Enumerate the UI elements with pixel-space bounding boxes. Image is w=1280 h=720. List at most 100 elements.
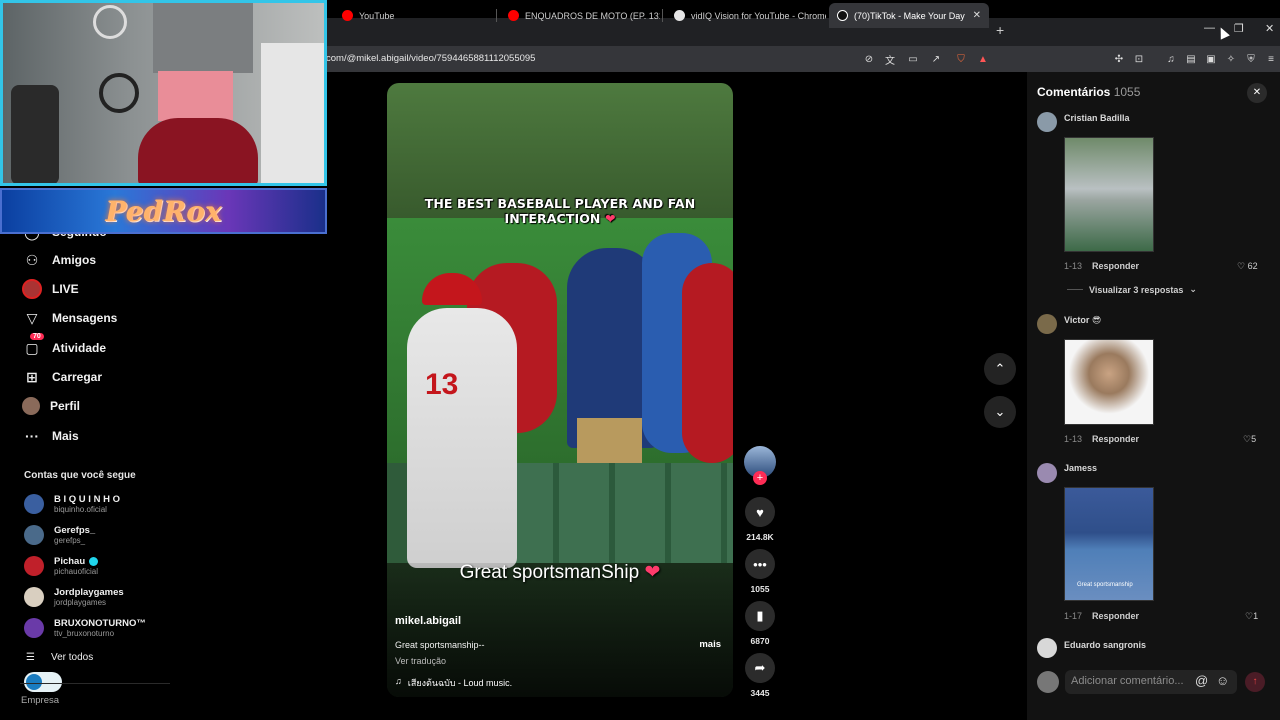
comments-title-text: Comentários (1037, 85, 1111, 99)
rewards-icon[interactable]: ▲ (976, 52, 990, 66)
vpn-icon[interactable]: ⛨ (1244, 52, 1258, 66)
comment-like[interactable]: ♡1 (1245, 611, 1258, 622)
comment-user[interactable]: Victor 😎 (1064, 315, 1101, 326)
webcam-fan (93, 5, 127, 39)
comment-action[interactable]: ••• 1055 (744, 549, 776, 594)
view-replies-button[interactable]: Visualizar 3 respostas ⌄ (1067, 284, 1197, 295)
comment-user[interactable]: Eduardo sangronis (1064, 640, 1146, 650)
follow-plus-icon[interactable]: + (753, 471, 767, 485)
url-text[interactable]: com/@mikel.abigail/video/759446588111205… (326, 53, 535, 64)
tab-separator (662, 9, 663, 22)
share-action[interactable]: ➦ 3445 (744, 653, 776, 698)
reply-button[interactable]: Responder (1092, 611, 1139, 621)
restore-icon[interactable]: ❐ (1234, 22, 1244, 35)
account-gerefps[interactable]: Gerefps_ gerefps_ (24, 525, 95, 545)
save-count: 6870 (750, 636, 770, 646)
next-video-button[interactable]: ⌄ (984, 396, 1016, 428)
avatar[interactable] (1037, 112, 1057, 132)
like-icon[interactable]: ♥ (745, 497, 775, 527)
screenshot-icon[interactable]: ⊡ (1132, 52, 1146, 66)
new-tab-button[interactable]: + (996, 22, 1004, 38)
video-player[interactable]: 13 THE BEST BASEBALL PLAYER AND FAN INTE… (387, 83, 733, 697)
comment-like[interactable]: ♡5 (1243, 434, 1256, 445)
comment-like[interactable]: ♡ 62 (1237, 261, 1258, 272)
save-action[interactable]: ▮ 6870 (744, 601, 776, 646)
share-arrow-icon[interactable]: ➦ (745, 653, 775, 683)
account-id: jordplaygames (54, 598, 107, 607)
sidebar-item-label: Amigos (52, 253, 97, 267)
sidebar-item-label: Carregar (52, 370, 103, 384)
comment-user[interactable]: Cristian Badilla (1064, 113, 1130, 123)
media-icon[interactable]: ♫ (1164, 52, 1178, 66)
music-link[interactable]: ♫ เสียงต้นฉบับ - Loud music. (395, 676, 512, 690)
previous-video-button[interactable]: ⌃ (984, 353, 1016, 385)
account-biquinho[interactable]: B I Q U I N H Obiquinho.oficial (24, 494, 120, 514)
empresa-toggle[interactable] (24, 672, 62, 692)
account-name: Gerefps_ (54, 525, 96, 536)
comment-date: 1-13 (1064, 434, 1083, 444)
comment-gif[interactable] (1064, 339, 1154, 425)
share-icon[interactable]: ↗ (929, 52, 943, 66)
reply-button[interactable]: Responder (1092, 261, 1139, 271)
mention-icon[interactable]: @ (1195, 673, 1208, 688)
activity-badge: 70 (30, 333, 44, 340)
sidebar-toggle-icon[interactable]: ▤ (1184, 52, 1198, 66)
comments-count: 1055 (1113, 85, 1141, 99)
tab-youtube[interactable]: YouTube (334, 3, 494, 28)
more-button[interactable]: mais (699, 639, 721, 650)
account-pichau[interactable]: Pichau pichauoficial (24, 556, 99, 576)
tab-title: (70)TikTok - Make Your Day (854, 10, 965, 21)
see-all-button[interactable]: ☰ Ver todos (26, 652, 93, 663)
video-description: Great sportsmanship-- (395, 640, 485, 650)
avatar (24, 525, 44, 545)
tab-close-icon[interactable]: ✕ (973, 10, 981, 21)
like-action[interactable]: ♥ 214.8K (744, 497, 776, 542)
sidebar-item-mensagens[interactable]: ▽ Mensagens (22, 308, 118, 328)
close-comments-button[interactable]: ✕ (1247, 83, 1267, 103)
chevron-down-icon: ⌄ (1189, 284, 1197, 294)
video-author[interactable]: mikel.abigail (395, 615, 461, 627)
minimize-icon[interactable]: — (1204, 22, 1215, 34)
comment-user[interactable]: Jamess (1064, 463, 1097, 473)
sidebar-item-live[interactable]: LIVE (22, 279, 79, 299)
reply-button[interactable]: Responder (1092, 434, 1139, 444)
tab-enquadros[interactable]: ENQUADROS DE MOTO (EP. 131) - Yo (500, 3, 660, 28)
translate-icon[interactable]: 文 (883, 52, 897, 67)
account-jordplaygames[interactable]: Jordplaygames jordplaygames (24, 587, 124, 607)
friends-icon: ⚇ (25, 251, 39, 268)
comment-input[interactable]: Adicionar comentário... (1065, 670, 1237, 694)
comment-icon[interactable]: ••• (745, 549, 775, 579)
list-icon: ☰ (26, 652, 35, 663)
wallet-icon[interactable]: ▣ (1204, 52, 1218, 66)
tab-tiktok[interactable]: (70)TikTok - Make Your Day ✕ (829, 3, 989, 28)
empresa-label[interactable]: Empresa (21, 695, 59, 706)
bookmark-icon[interactable]: ▮ (745, 601, 775, 631)
brave-shield-icon[interactable]: ⛉ (954, 52, 968, 66)
translate-link[interactable]: Ver tradução (395, 656, 446, 666)
avatar[interactable] (1037, 638, 1057, 658)
leo-ai-icon[interactable]: ✧ (1224, 52, 1238, 66)
video-baseball-player: 13 (407, 308, 517, 568)
account-name: Jordplaygames (54, 587, 124, 598)
sidebar-item-perfil[interactable]: Perfil (22, 397, 80, 415)
sidebar-item-mais[interactable]: ··· Mais (22, 426, 79, 446)
following-accounts-title: Contas que você segue (24, 470, 136, 481)
send-button[interactable]: ↑ (1245, 672, 1265, 692)
avatar[interactable] (1037, 314, 1057, 334)
webcam-person (153, 3, 253, 73)
extensions-icon[interactable]: ✣ (1112, 52, 1126, 66)
sidebar-item-carregar[interactable]: ⊞ Carregar (22, 367, 102, 387)
sidebar-item-amigos[interactable]: ⚇ Amigos (22, 250, 96, 270)
comment-gif[interactable] (1064, 137, 1154, 252)
close-window-icon[interactable]: ✕ (1265, 22, 1274, 35)
account-bruxonoturno[interactable]: BRUXONOTURNO™ ttv_bruxonoturno (24, 618, 146, 638)
comment-video-thumb[interactable]: Great sportsmanship (1064, 487, 1154, 601)
sidebar-item-atividade[interactable]: ▢ 70 Atividade (22, 333, 106, 358)
tracking-off-icon[interactable]: ⊘ (862, 52, 876, 66)
avatar[interactable] (1037, 463, 1057, 483)
menu-icon[interactable]: ≡ (1264, 52, 1278, 66)
live-icon (22, 279, 42, 299)
cast-icon[interactable]: ▭ (906, 52, 920, 66)
tab-vidiq[interactable]: vidIQ Vision for YouTube - Chrome W (666, 3, 826, 28)
emoji-icon[interactable]: ☺ (1216, 673, 1229, 688)
